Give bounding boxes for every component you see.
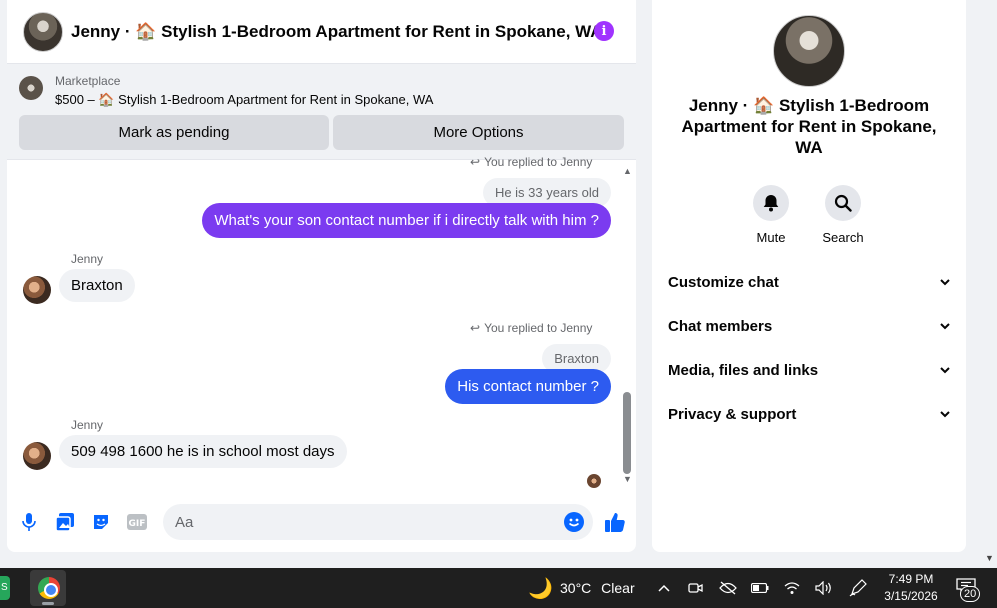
chevron-down-icon (940, 411, 950, 418)
notification-count-badge: 20 (960, 586, 981, 602)
section-label: Media, files and links (668, 361, 819, 379)
clock-date: 3/15/2026 (884, 589, 938, 603)
chat-header: Jenny · 🏠 Stylish 1-Bedroom Apartment fo… (7, 0, 636, 64)
weather-widget[interactable]: 30°C Clear (560, 580, 635, 596)
seen-avatar (587, 474, 601, 488)
volume-icon[interactable] (814, 578, 834, 598)
pen-icon[interactable] (848, 578, 868, 598)
taskbar-chrome-button[interactable] (30, 570, 66, 606)
wifi-icon[interactable] (782, 578, 802, 598)
emoji-icon[interactable] (564, 512, 584, 532)
listing-thumbnail[interactable] (19, 76, 43, 100)
page-scroll-down-arrow-icon[interactable]: ▼ (985, 553, 994, 563)
scroll-up-arrow-icon[interactable]: ▲ (623, 166, 632, 176)
sender-name: Jenny (71, 252, 104, 266)
search-label: Search (822, 230, 864, 245)
windows-taskbar: S 🌙 30°C Clear 7:49 PM 3/15/2026 20 (0, 568, 997, 608)
incoming-message[interactable]: Braxton (59, 269, 135, 302)
chat-panel: Jenny · 🏠 Stylish 1-Bedroom Apartment fo… (7, 0, 636, 552)
chevron-down-icon (940, 323, 950, 330)
battery-icon[interactable] (750, 578, 770, 598)
photo-icon[interactable] (55, 512, 75, 532)
thumbs-up-icon[interactable] (603, 510, 627, 534)
section-media-files-links[interactable]: Media, files and links (668, 348, 950, 392)
taskbar-app-s[interactable]: S (0, 576, 10, 600)
message-composer: GIF (7, 492, 636, 552)
conversation-info-panel: Jenny · 🏠 Stylish 1-Bedroom Apartment fo… (652, 0, 966, 552)
conversation-title: Jenny · 🏠 Stylish 1-Bedroom Apartment fo… (681, 96, 937, 157)
clock-time: 7:49 PM (888, 572, 934, 586)
mute-button[interactable]: Mute (741, 185, 801, 245)
chat-title[interactable]: Jenny · 🏠 Stylish 1-Bedroom Apartment fo… (71, 22, 603, 42)
chevron-down-icon (940, 367, 950, 374)
mark-as-pending-button[interactable]: Mark as pending (19, 115, 329, 150)
listing-name[interactable]: $500 – 🏠 Stylish 1-Bedroom Apartment for… (55, 92, 433, 108)
active-app-indicator (42, 602, 54, 605)
scroll-down-arrow-icon[interactable]: ▼ (623, 474, 632, 484)
show-hidden-icons-chevron-up-icon[interactable] (654, 578, 674, 598)
sender-avatar[interactable] (23, 442, 51, 470)
reply-arrow-icon: ↩ (470, 155, 481, 169)
section-chat-members[interactable]: Chat members (668, 304, 950, 348)
more-options-button[interactable]: More Options (333, 115, 624, 150)
scrollbar-thumb[interactable] (623, 392, 631, 474)
search-icon (825, 185, 861, 221)
chrome-icon (38, 577, 60, 599)
weather-temperature: 30°C (560, 580, 592, 596)
meet-camera-icon[interactable] (686, 578, 706, 598)
outgoing-message[interactable]: What's your son contact number if i dire… (202, 203, 611, 238)
svg-text:GIF: GIF (129, 519, 146, 529)
message-scrollbar[interactable]: ▲ ▼ (622, 166, 632, 484)
reply-arrow-icon: ↩ (470, 321, 481, 335)
incoming-message[interactable]: 509 498 1600 he is in school most days (59, 435, 347, 468)
clock[interactable]: 7:49 PM 3/15/2026 (880, 571, 942, 605)
listing-source: Marketplace (55, 74, 121, 88)
info-button[interactable]: i (594, 21, 614, 41)
search-button[interactable]: Search (813, 185, 873, 245)
microphone-icon[interactable] (19, 512, 39, 532)
section-label: Customize chat (668, 273, 779, 291)
sender-name: Jenny (71, 418, 104, 432)
hidden-eye-icon[interactable] (718, 578, 738, 598)
marketplace-listing-banner: Marketplace $500 – 🏠 Stylish 1-Bedroom A… (7, 64, 636, 160)
listing-meta: Marketplace $500 – 🏠 Stylish 1-Bedroom A… (55, 74, 433, 108)
gif-icon[interactable]: GIF (127, 512, 147, 532)
message-list: ↩ You replied to Jenny He is 33 years old… (7, 155, 636, 492)
section-customize-chat[interactable]: Customize chat (668, 260, 950, 304)
chevron-down-icon (940, 279, 950, 286)
mute-label: Mute (756, 230, 786, 245)
section-label: Chat members (668, 317, 773, 335)
section-label: Privacy & support (668, 405, 797, 423)
outgoing-message[interactable]: His contact number ? (445, 369, 611, 404)
info-icon: i (601, 23, 607, 39)
moon-icon[interactable]: 🌙 (528, 576, 553, 601)
reply-indicator: ↩ You replied to Jenny (470, 321, 593, 335)
section-privacy-support[interactable]: Privacy & support (668, 392, 950, 436)
bell-icon (753, 185, 789, 221)
reply-indicator: ↩ You replied to Jenny (470, 155, 593, 169)
sender-avatar[interactable] (23, 276, 51, 304)
chat-avatar[interactable] (23, 11, 63, 52)
sticker-icon[interactable] (91, 512, 111, 532)
weather-description: Clear (601, 580, 635, 596)
conversation-avatar[interactable] (773, 15, 845, 87)
message-input[interactable] (163, 504, 593, 540)
